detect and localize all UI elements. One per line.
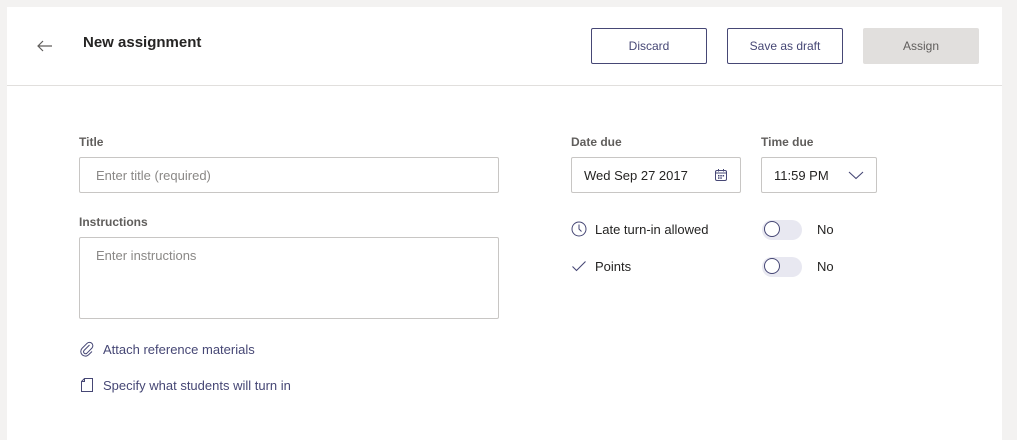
- assignment-panel: New assignment Discard Save as draft Ass…: [7, 7, 1002, 440]
- date-due-picker[interactable]: Wed Sep 27 2017: [571, 157, 741, 193]
- checkmark-icon: [572, 261, 586, 272]
- time-due-dropdown[interactable]: 11:59 PM: [761, 157, 877, 193]
- points-toggle[interactable]: [762, 257, 802, 277]
- late-turn-in-value: No: [817, 222, 834, 237]
- time-due-value: 11:59 PM: [774, 167, 829, 183]
- date-due-value: Wed Sep 27 2017: [584, 167, 688, 183]
- paperclip-icon: [80, 341, 94, 357]
- calendar-icon: [715, 169, 727, 181]
- chevron-down-icon: [848, 171, 864, 180]
- points-row: Points: [571, 258, 631, 274]
- specify-turn-in-link[interactable]: Specify what students will turn in: [80, 377, 291, 393]
- instructions-label: Instructions: [79, 215, 148, 229]
- document-icon: [81, 378, 93, 392]
- points-label: Points: [595, 258, 632, 274]
- late-turn-in-label: Late turn-in allowed: [595, 221, 709, 237]
- back-arrow-icon[interactable]: [35, 36, 55, 56]
- date-due-label: Date due: [571, 135, 622, 149]
- attach-reference-label: Attach reference materials: [103, 341, 255, 357]
- page-title: New assignment: [83, 34, 202, 51]
- late-turn-in-toggle[interactable]: [762, 220, 802, 240]
- toggle-knob: [764, 221, 780, 237]
- attach-reference-link[interactable]: Attach reference materials: [80, 341, 255, 357]
- points-value: No: [817, 259, 834, 274]
- clock-icon: [571, 221, 587, 237]
- title-input[interactable]: [79, 157, 499, 193]
- discard-button[interactable]: Discard: [591, 28, 707, 64]
- late-turn-in-row: Late turn-in allowed: [571, 221, 708, 237]
- time-due-label: Time due: [761, 135, 814, 149]
- title-label: Title: [79, 135, 104, 149]
- assign-button[interactable]: Assign: [863, 28, 979, 64]
- save-draft-button[interactable]: Save as draft: [727, 28, 843, 64]
- toggle-knob: [764, 258, 780, 274]
- header-bar: New assignment Discard Save as draft Ass…: [7, 7, 1002, 86]
- specify-turn-in-label: Specify what students will turn in: [103, 377, 291, 393]
- instructions-textarea[interactable]: [79, 237, 499, 319]
